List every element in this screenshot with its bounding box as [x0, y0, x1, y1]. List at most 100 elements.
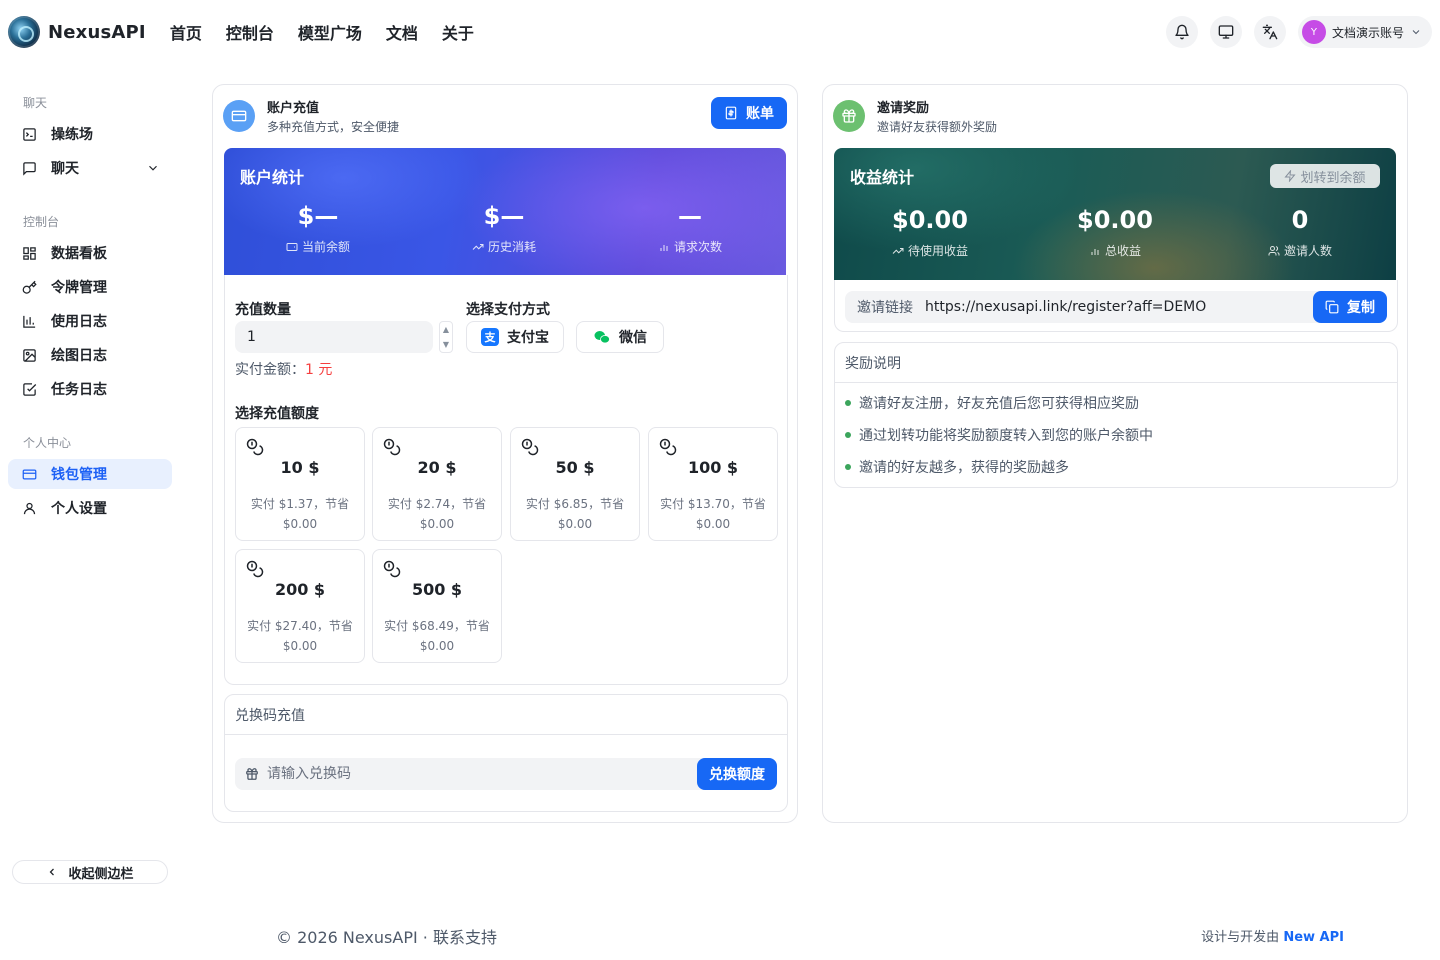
- quantity-stepper[interactable]: ▲ ▼: [439, 321, 453, 353]
- header-actions: Y 文档演示账号: [1165, 16, 1432, 48]
- footer-credit-prefix: 设计与开发由: [1201, 930, 1280, 945]
- invite-title: 邀请奖励: [877, 101, 930, 116]
- wechat-icon: [594, 331, 610, 344]
- redeem-button-label: 兑换额度: [709, 767, 765, 783]
- transfer-button[interactable]: 划转到余额: [1270, 164, 1380, 188]
- wechat-pay-button[interactable]: 微信: [576, 321, 664, 353]
- bullet-dot: [845, 432, 851, 438]
- sidebar: 聊天 操练场 聊天 控制台 数据看板 令牌管理 使用日志 绘图日志 任务日志 个…: [0, 64, 180, 960]
- sidebar-item-task-logs[interactable]: 任务日志: [8, 374, 172, 404]
- bill-button[interactable]: 账单: [711, 97, 787, 129]
- stat-pending-earnings: $0.00 待使用收益: [840, 206, 1020, 259]
- amount-option-10[interactable]: 10 $ 实付 $1.37，节省 $0.00: [235, 427, 365, 541]
- chevron-down-icon[interactable]: ▼: [443, 340, 449, 349]
- user-menu[interactable]: Y 文档演示账号: [1297, 16, 1432, 48]
- nav-docs[interactable]: 文档: [386, 20, 418, 44]
- amount-option-20[interactable]: 20 $ 实付 $2.74，节省 $0.00: [372, 427, 502, 541]
- redeem-title: 兑换码充值: [225, 695, 787, 735]
- reward-rules-title: 奖励说明: [835, 343, 1397, 383]
- bar-chart-icon: [660, 244, 668, 251]
- nav-console[interactable]: 控制台: [226, 20, 274, 44]
- zap-icon: [1284, 170, 1297, 182]
- amount-select-label: 选择充值额度: [235, 406, 319, 422]
- sidebar-group-console: 控制台: [23, 215, 60, 229]
- coins-icon: [246, 438, 264, 456]
- stat-invite-label: 邀请人数: [1283, 244, 1332, 258]
- amount-option-200[interactable]: 200 $ 实付 $27.40，节省 $0.00: [235, 549, 365, 663]
- invite-card: 邀请奖励 邀请好友获得额外奖励 收益统计 划转到余额 $0.00 待使用收益 $…: [822, 84, 1408, 823]
- topup-card-header: 账户充值 多种充值方式，安全便捷: [223, 97, 399, 135]
- top-nav: 首页 控制台 模型广场 文档 关于: [170, 20, 474, 44]
- copy-icon: [1325, 300, 1339, 314]
- alipay-button[interactable]: 支 支付宝: [466, 321, 564, 353]
- redeem-panel: 兑换码充值 兑换额度: [224, 694, 788, 812]
- stat-total-label: 总收益: [1104, 244, 1141, 258]
- collapse-sidebar-button[interactable]: 收起侧边栏: [12, 860, 168, 884]
- nav-model-market[interactable]: 模型广场: [298, 20, 362, 44]
- stat-balance-label: 当前余额: [301, 240, 350, 254]
- language-button[interactable]: [1253, 16, 1286, 48]
- sidebar-group-personal: 个人中心: [23, 436, 72, 450]
- amount-paid: 实付 $68.49，节省: [384, 619, 490, 633]
- invite-card-header: 邀请奖励 邀请好友获得额外奖励: [833, 97, 997, 135]
- earnings-banner: 收益统计 划转到余额 $0.00 待使用收益 $0.00 总收益 0 邀请人数: [834, 148, 1396, 280]
- sidebar-item-dashboard[interactable]: 数据看板: [8, 238, 172, 268]
- stat-requests-value: —: [678, 202, 702, 230]
- amount-value: 200 $: [274, 580, 326, 599]
- avatar: Y: [1301, 20, 1326, 44]
- stat-total-value: $0.00: [1077, 206, 1153, 234]
- footer-copyright[interactable]: © 2026 NexusAPI · 联系支持: [276, 924, 497, 948]
- invite-link-value[interactable]: https://nexusapi.link/register?aff=DEMO: [925, 299, 1313, 315]
- chevron-up-icon[interactable]: ▲: [443, 325, 449, 334]
- footer-new-api-link[interactable]: New API: [1283, 930, 1344, 945]
- amount-paid: 实付 $13.70，节省: [660, 497, 766, 511]
- reward-rule: 邀请好友注册，好友充值后您可获得相应奖励: [835, 387, 1397, 419]
- receipt-icon: [725, 106, 737, 120]
- nav-about[interactable]: 关于: [442, 20, 474, 44]
- brand-logo[interactable]: [8, 16, 40, 48]
- chevron-down-icon[interactable]: [146, 161, 160, 175]
- alipay-icon: 支: [481, 328, 499, 346]
- amount-saved: $0.00: [419, 639, 455, 653]
- alipay-label: 支付宝: [507, 330, 549, 346]
- amount-saved: $0.00: [557, 517, 593, 531]
- sidebar-item-drawing-logs[interactable]: 绘图日志: [8, 340, 172, 370]
- reward-rule: 通过划转功能将奖励额度转入到您的账户余额中: [835, 419, 1397, 451]
- quantity-input[interactable]: [235, 321, 433, 353]
- redeem-button[interactable]: 兑换额度: [697, 758, 777, 790]
- image-icon: [23, 348, 36, 362]
- stat-invite-value: 0: [1291, 206, 1309, 234]
- sidebar-item-settings[interactable]: 个人设置: [8, 493, 172, 523]
- amount-option-100[interactable]: 100 $ 实付 $13.70，节省 $0.00: [648, 427, 778, 541]
- actual-amount-label: 实付金额：: [235, 362, 305, 378]
- account-stats-title: 账户统计: [240, 168, 305, 187]
- footer-credit: 设计与开发由 New API: [1201, 926, 1344, 945]
- bullet-dot: [845, 400, 851, 406]
- amount-option-50[interactable]: 50 $ 实付 $6.85，节省 $0.00: [510, 427, 640, 541]
- translate-icon: [1262, 24, 1278, 40]
- sidebar-item-tokens[interactable]: 令牌管理: [8, 272, 172, 302]
- brand-name[interactable]: NexusAPI: [48, 22, 146, 43]
- nav-home[interactable]: 首页: [170, 20, 202, 44]
- reward-rule-text: 邀请好友注册，好友充值后您可获得相应奖励: [859, 396, 1139, 412]
- notifications-button[interactable]: [1165, 16, 1198, 48]
- stat-consumption: $— 历史消耗: [414, 202, 594, 255]
- sidebar-item-playground[interactable]: 操练场: [8, 119, 172, 149]
- theme-button[interactable]: [1209, 16, 1242, 48]
- sidebar-item-label: 操练场: [51, 127, 93, 143]
- bullet-dot: [845, 464, 851, 470]
- coins-icon: [383, 438, 401, 456]
- actual-amount-value: 1 元: [305, 362, 333, 378]
- amount-option-500[interactable]: 500 $ 实付 $68.49，节省 $0.00: [372, 549, 502, 663]
- sidebar-item-chat[interactable]: 聊天: [8, 153, 172, 183]
- chevron-down-icon: [1412, 30, 1420, 35]
- redeem-field: 兑换额度: [235, 758, 777, 790]
- trending-up-icon: [892, 247, 904, 254]
- redeem-code-input[interactable]: [259, 758, 697, 790]
- copy-link-button[interactable]: 复制: [1313, 291, 1387, 323]
- topup-card: 账户充值 多种充值方式，安全便捷 账单 账户统计 $— 当前余额 $— 历史消耗…: [212, 84, 798, 823]
- sidebar-item-usage-logs[interactable]: 使用日志: [8, 306, 172, 336]
- stat-total-earnings: $0.00 总收益: [1025, 206, 1205, 259]
- gift-icon: [246, 768, 258, 780]
- sidebar-item-wallet[interactable]: 钱包管理: [8, 459, 172, 489]
